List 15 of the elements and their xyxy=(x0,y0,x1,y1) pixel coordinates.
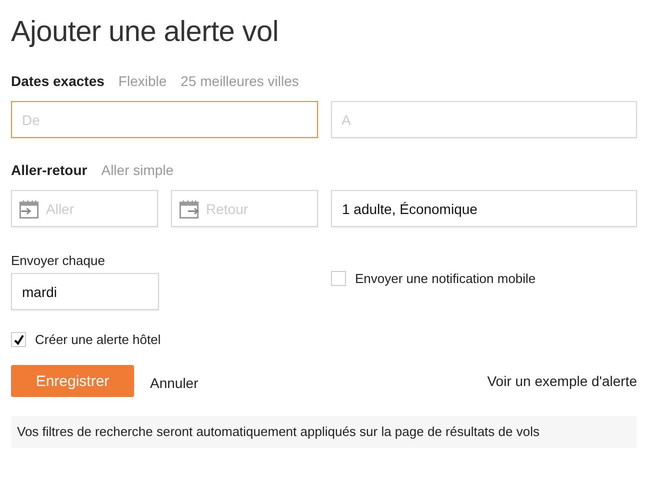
day-field[interactable]: mardi xyxy=(11,273,159,310)
trip-type-tab[interactable]: Aller-retour xyxy=(11,162,88,178)
checkbox[interactable] xyxy=(11,332,26,347)
checkbox-label: Créer une alerte hôtel xyxy=(35,332,161,347)
date-mode-tab[interactable]: Dates exactes xyxy=(11,73,104,89)
calendar-arrow-icon xyxy=(178,198,200,220)
cancel-link[interactable]: Annuler xyxy=(150,375,198,391)
checkbox[interactable] xyxy=(331,271,346,286)
page-title: Ajouter une alerte vol xyxy=(11,16,280,49)
example-link[interactable]: Voir un exemple d'alerte xyxy=(487,373,637,389)
info-bar: Vos filtres de recherche seront automatiquement appliqués sur la page de résultats de vols xyxy=(11,416,637,448)
calendar-arrow-icon xyxy=(18,198,40,220)
checkbox-label: Envoyer une notification mobile xyxy=(355,271,536,286)
travelers-field[interactable]: 1 adulte, Économique xyxy=(331,190,637,227)
field-label: Envoyer chaque xyxy=(11,253,106,268)
